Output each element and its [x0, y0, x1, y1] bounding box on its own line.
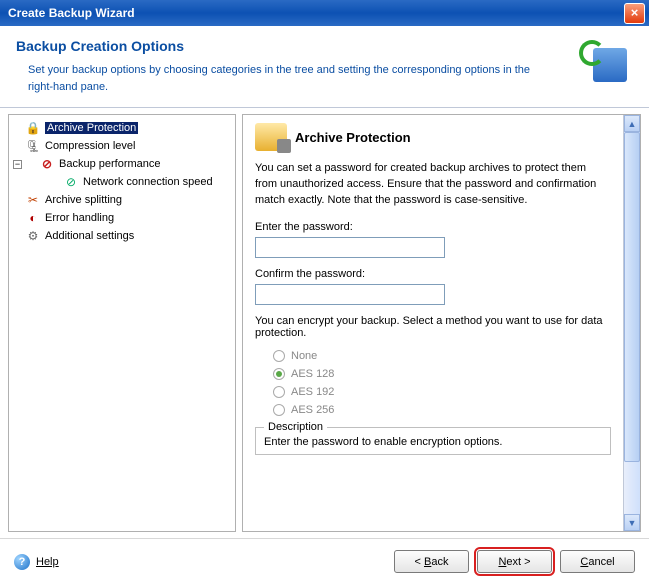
- fieldset-text: Enter the password to enable encryption …: [264, 436, 602, 448]
- archive-protection-icon: [255, 123, 287, 151]
- radio-icon: [273, 386, 285, 398]
- page-subtitle: Set your backup options by choosing cate…: [16, 62, 536, 95]
- tree-item-additional-settings[interactable]: ⚙ Additional settings: [11, 227, 233, 245]
- encryption-option-none: None: [255, 347, 611, 365]
- radio-icon: [273, 404, 285, 416]
- tree-item-network-speed[interactable]: ⊘ Network connection speed: [11, 173, 233, 191]
- page-title: Backup Creation Options: [16, 38, 579, 54]
- wizard-header: Backup Creation Options Set your backup …: [0, 26, 649, 108]
- confirm-password-label: Confirm the password:: [255, 268, 611, 280]
- lock-icon: 🔒: [25, 120, 41, 136]
- password-label: Enter the password:: [255, 221, 611, 233]
- confirm-password-input[interactable]: [255, 284, 445, 305]
- wizard-footer: ? Help < Back Next > Cancel: [0, 538, 649, 584]
- radio-icon: [273, 350, 285, 362]
- scroll-up-button[interactable]: ▲: [624, 115, 640, 132]
- tree-item-archive-splitting[interactable]: ✂ Archive splitting: [11, 191, 233, 209]
- titlebar[interactable]: Create Backup Wizard ×: [0, 0, 649, 26]
- network-icon: ⊘: [63, 174, 79, 190]
- performance-icon: ⊘: [39, 156, 55, 172]
- radio-icon: [273, 368, 285, 380]
- panel-description: You can set a password for created backu…: [255, 161, 611, 209]
- compression-icon: 🗜: [25, 138, 41, 154]
- encryption-option-aes192: AES 192: [255, 383, 611, 401]
- password-input[interactable]: [255, 237, 445, 258]
- description-fieldset: Description Enter the password to enable…: [255, 427, 611, 455]
- encryption-option-aes128: AES 128: [255, 365, 611, 383]
- scroll-thumb[interactable]: [624, 132, 640, 462]
- panel-title: Archive Protection: [295, 130, 411, 145]
- settings-icon: ⚙: [25, 228, 41, 244]
- help-icon: ?: [14, 554, 30, 570]
- fieldset-legend: Description: [264, 421, 327, 433]
- scroll-down-button[interactable]: ▼: [624, 514, 640, 531]
- tree-item-error-handling[interactable]: ◐ Error handling: [11, 209, 233, 227]
- tree-item-archive-protection[interactable]: 🔒 Archive Protection: [11, 119, 233, 137]
- tree-collapse-toggle[interactable]: −: [13, 160, 22, 169]
- next-button[interactable]: Next >: [477, 550, 552, 573]
- category-tree[interactable]: 🔒 Archive Protection 🗜 Compression level…: [8, 114, 236, 532]
- vertical-scrollbar[interactable]: ▲ ▼: [623, 115, 640, 531]
- close-button[interactable]: ×: [624, 3, 645, 24]
- tree-item-compression-level[interactable]: 🗜 Compression level: [11, 137, 233, 155]
- error-icon: ◐: [25, 210, 41, 226]
- settings-panel: Archive Protection You can set a passwor…: [242, 114, 641, 532]
- back-button[interactable]: < Back: [394, 550, 469, 573]
- wizard-header-icon: [579, 38, 627, 82]
- splitting-icon: ✂: [25, 192, 41, 208]
- window-title: Create Backup Wizard: [4, 6, 624, 20]
- tree-item-backup-performance[interactable]: − ⊘ Backup performance: [11, 155, 233, 173]
- cancel-button[interactable]: Cancel: [560, 550, 635, 573]
- encryption-option-aes256: AES 256: [255, 401, 611, 419]
- encryption-description: You can encrypt your backup. Select a me…: [255, 315, 611, 339]
- help-link[interactable]: ? Help: [14, 554, 59, 570]
